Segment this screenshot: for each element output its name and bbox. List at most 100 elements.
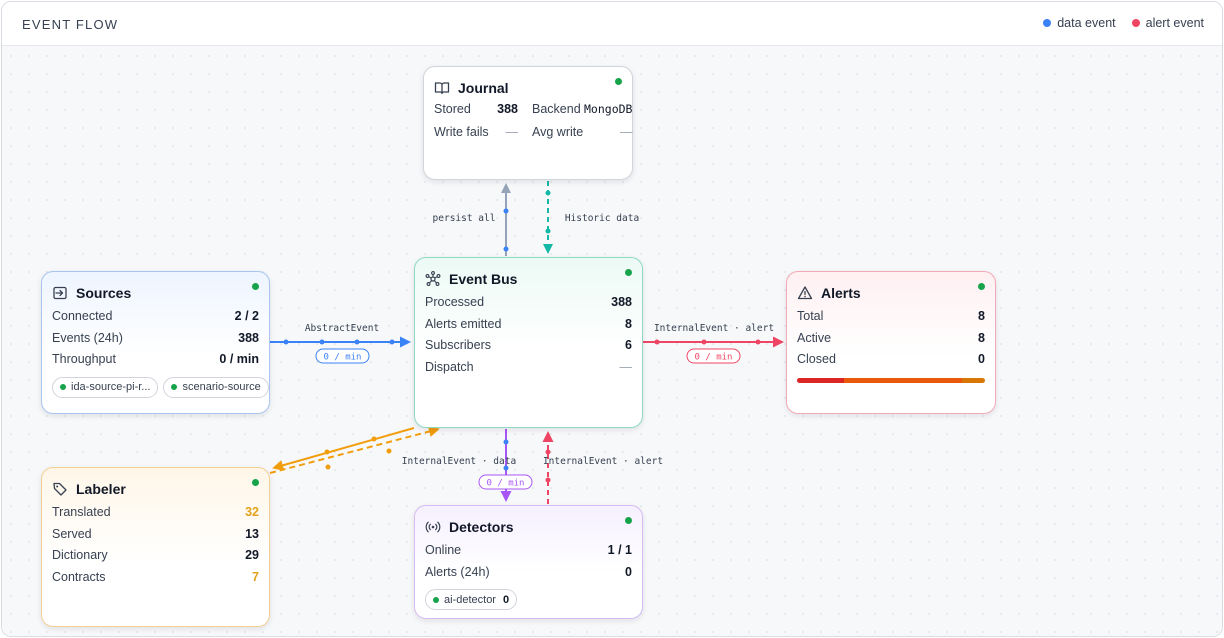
severity-segment: [797, 377, 844, 383]
journal-stored-value: 388: [497, 102, 518, 116]
journal-write-fails-label: Write fails: [434, 125, 489, 139]
sources-row-label: Events (24h): [52, 330, 123, 345]
sources-row: Events (24h) 388: [52, 328, 259, 350]
book-icon: [434, 80, 450, 96]
journal-avg-write-value: —: [619, 125, 633, 139]
journal-status-dot: [615, 78, 622, 85]
bus-row-label: Processed: [425, 295, 485, 309]
journal-stored-label: Stored: [434, 102, 471, 116]
detector-chip[interactable]: ai-detector 0: [425, 589, 518, 610]
edge-label-abstract: AbstractEvent: [305, 323, 379, 334]
bus-row-label: Dispatch: [425, 359, 474, 374]
detectors-row-value: 0: [625, 564, 632, 579]
alerts-title: Alerts: [821, 285, 861, 301]
alerts-status-dot: [978, 283, 985, 290]
bus-row-value: 8: [625, 316, 632, 331]
edge-persist: persist all: [433, 183, 511, 256]
journal-backend-label: Backend: [532, 102, 581, 116]
labeler-row-label: Contracts: [52, 569, 106, 584]
edge-internal-alert-up: InternalEvent · alert: [542, 431, 663, 504]
journal-write-fails-value: —: [505, 125, 519, 139]
bus-row: Alerts emitted 8: [425, 314, 632, 336]
labeler-row-label: Translated: [52, 505, 111, 519]
alerts-row-value: 0: [978, 352, 985, 366]
alerts-row-value: 8: [978, 330, 985, 345]
edge-internal-data-down: InternalEvent · data 0 / min: [402, 429, 533, 502]
labeler-row-value: 29: [245, 548, 259, 562]
rate-pill-internal-data: 0 / min: [487, 479, 525, 489]
bus-row-value: 6: [625, 338, 632, 352]
rate-pill-internal-alert: 0 / min: [695, 353, 733, 363]
journal-node[interactable]: Journal Stored 388 Backend MongoDB Write…: [423, 66, 633, 180]
journal-avg-write-label: Avg write: [532, 125, 584, 139]
source-chip[interactable]: scenario-source: [163, 376, 269, 398]
labeler-row-value: 32: [245, 505, 259, 519]
journal-header: Journal: [434, 79, 622, 97]
bus-row-value: 388: [611, 295, 632, 309]
labeler-row: Translated 32: [52, 502, 259, 524]
network-hub-icon: [425, 271, 441, 287]
journal-stats: Stored 388 Backend MongoDB Write fails —…: [434, 101, 632, 141]
source-chip-label: ida-source-pi-r...: [71, 381, 151, 393]
labeler-row: Contracts 7: [52, 567, 259, 589]
online-dot: [433, 596, 439, 603]
edge-label-persist: persist all: [433, 213, 496, 224]
sources-row: Throughput 0 / min: [52, 349, 259, 371]
labeler-header: Labeler: [52, 480, 259, 498]
online-dot: [171, 384, 178, 390]
detectors-row-label: Online: [425, 543, 462, 557]
sources-header: Sources: [52, 284, 259, 302]
alerts-row-value: 8: [978, 309, 985, 323]
edge-abstract: AbstractEvent 0 / min: [270, 323, 411, 364]
alerts-row: Active 8: [797, 328, 985, 350]
bus-row: Processed 388: [425, 292, 632, 314]
alerts-header: Alerts: [797, 284, 985, 302]
detectors-row: Alerts (24h) 0: [425, 562, 632, 584]
bus-row: Dispatch —: [425, 357, 632, 379]
bus-row-label: Subscribers: [425, 338, 491, 352]
sources-row: Connected 2 / 2: [52, 306, 259, 328]
sources-row-label: Throughput: [52, 352, 116, 366]
sources-row-value: 0 / min: [219, 352, 259, 366]
source-chip[interactable]: ida-source-pi-r...: [52, 376, 159, 398]
labeler-row-value: 7: [252, 569, 259, 584]
edge-label-internal-data: InternalEvent · data: [402, 456, 516, 467]
sources-row-label: Connected: [52, 309, 113, 323]
labeler-status-dot: [252, 479, 259, 486]
alerts-row: Closed 0: [797, 349, 985, 371]
edge-label-historic: Historic data: [565, 213, 639, 224]
bus-header: Event Bus: [425, 270, 632, 288]
severity-segment: [962, 377, 985, 383]
sources-row-value: 388: [238, 330, 259, 345]
warning-triangle-icon: [797, 285, 813, 301]
detectors-row-value: 1 / 1: [607, 543, 632, 557]
detectors-status-dot: [625, 517, 632, 524]
edge-label-internal-alert-up: InternalEvent · alert: [543, 456, 663, 467]
detectors-node[interactable]: Detectors Online 1 / 1 Alerts (24h) 0 ai-d…: [414, 505, 643, 619]
detectors-row: Online 1 / 1: [425, 540, 632, 562]
alerts-node[interactable]: Alerts Total 8 Active 8 Closed 0: [786, 271, 996, 414]
sources-title: Sources: [76, 285, 132, 301]
online-dot: [60, 384, 66, 390]
broadcast-icon: [425, 519, 441, 535]
labeler-node[interactable]: Labeler Translated 32 Served 13 Dictionary…: [41, 467, 270, 627]
alerts-row-label: Closed: [797, 352, 836, 366]
detectors-chips: ai-detector 0: [425, 589, 632, 610]
bus-status-dot: [625, 269, 632, 276]
bus-row-value: —: [619, 359, 633, 374]
labeler-row-value: 13: [245, 526, 259, 541]
detectors-row-label: Alerts (24h): [425, 564, 490, 579]
journal-backend-value: MongoDB: [584, 102, 633, 116]
source-chip-label: scenario-source: [182, 381, 261, 393]
event-flow-panel: EVENT FLOW data event alert event persis…: [1, 1, 1223, 637]
edge-internal-alert-right: InternalEvent · alert 0 / min: [643, 323, 784, 364]
alerts-row-label: Total: [797, 309, 824, 323]
alerts-row-label: Active: [797, 330, 832, 345]
bus-row-label: Alerts emitted: [425, 316, 502, 331]
detector-chip-label: ai-detector: [444, 593, 496, 606]
edge-label-internal-alert-right: InternalEvent · alert: [654, 323, 774, 334]
sources-node[interactable]: Sources Connected 2 / 2 Events (24h) 388 T…: [41, 271, 270, 414]
rate-pill-abstract: 0 / min: [324, 353, 362, 363]
severity-segment: [844, 377, 963, 383]
event-bus-node[interactable]: Event Bus Processed 388 Alerts emitted 8 S…: [414, 257, 643, 428]
